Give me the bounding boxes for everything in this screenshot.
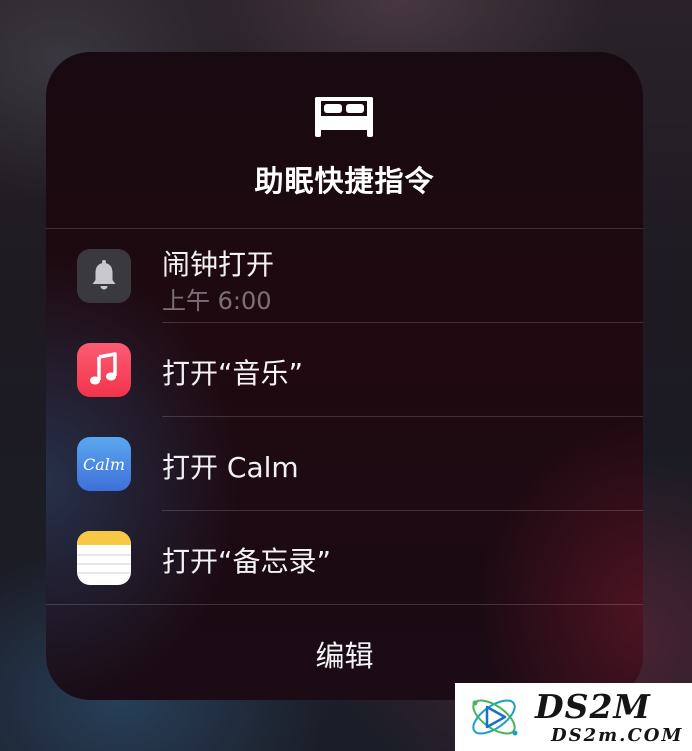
watermark-text: DS2M [535,687,651,726]
svg-text:Calm: Calm [83,455,125,474]
alarm-app-icon [77,249,131,303]
shortcut-label: 打开“备忘录” [162,545,332,578]
watermark-url: DS2m.COM [551,725,684,746]
notes-icon [77,531,131,574]
shortcut-label: 打开“音乐” [162,357,304,390]
panel-header: 助眠快捷指令 [46,52,643,228]
calm-app-icon: Calm [77,437,131,491]
watermark-logo-icon [472,699,518,736]
edit-button[interactable]: 编辑 [46,633,643,675]
bed-icon [315,97,373,137]
watermark: DS2M DS2m.COM [455,683,692,751]
shortcut-notes[interactable]: 打开“备忘录” [46,511,643,605]
sleep-shortcuts-panel: 助眠快捷指令 闹钟打开 上午 6:00 打开“音乐” Calm 打开 Calm … [46,52,643,700]
shortcut-label: 闹钟打开 [162,248,275,281]
shortcut-sublabel: 上午 6:00 [162,287,272,315]
music-icon [90,352,117,385]
panel-title: 助眠快捷指令 [254,164,435,198]
calm-icon: Calm [83,455,125,474]
shortcut-label: 打开 Calm [162,451,299,484]
bell-icon [92,260,116,290]
notes-app-icon [77,531,131,585]
shortcut-calm[interactable]: Calm 打开 Calm [46,417,643,511]
shortcut-music[interactable]: 打开“音乐” [46,323,643,417]
shortcut-alarm[interactable]: 闹钟打开 上午 6:00 [46,229,643,323]
music-app-icon [77,343,131,397]
